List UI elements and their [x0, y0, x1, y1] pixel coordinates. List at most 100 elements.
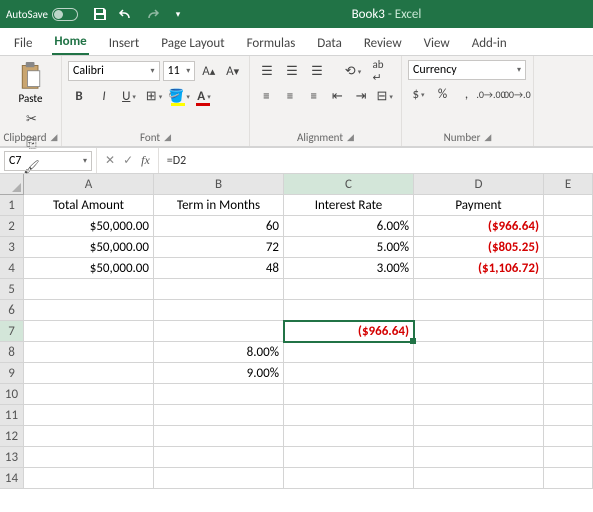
cell[interactable] [154, 384, 284, 405]
align-center-icon[interactable]: ≡ [280, 85, 301, 107]
cell[interactable]: ($1,106.72) [414, 258, 544, 279]
redo-icon[interactable] [144, 6, 160, 22]
col-header[interactable]: E [544, 174, 593, 195]
col-header[interactable]: D [414, 174, 544, 195]
font-size-select[interactable]: 11▾ [163, 61, 196, 81]
cell[interactable] [544, 279, 593, 300]
increase-indent-icon[interactable]: ⇥ [351, 85, 372, 107]
cell[interactable] [284, 447, 414, 468]
cell[interactable]: ($966.64) [414, 216, 544, 237]
align-bottom-icon[interactable]: ☰ [306, 60, 328, 82]
row-header[interactable]: 14 [0, 468, 24, 489]
save-icon[interactable] [92, 6, 108, 22]
cell[interactable] [284, 384, 414, 405]
cell[interactable] [154, 426, 284, 447]
row-header[interactable]: 2 [0, 216, 24, 237]
cell[interactable] [284, 342, 414, 363]
row-header[interactable]: 10 [0, 384, 24, 405]
cell[interactable] [414, 405, 544, 426]
comma-icon[interactable]: , [456, 83, 477, 105]
cell[interactable] [414, 300, 544, 321]
row-header[interactable]: 12 [0, 426, 24, 447]
autosave-toggle[interactable]: AutoSave [6, 8, 78, 21]
cell[interactable] [24, 342, 154, 363]
cell[interactable]: 72 [154, 237, 284, 258]
cell[interactable]: $50,000.00 [24, 258, 154, 279]
select-all-corner[interactable] [0, 174, 24, 195]
cell[interactable] [24, 426, 154, 447]
cell[interactable] [544, 195, 593, 216]
alignment-launcher-icon[interactable]: ◢ [347, 132, 354, 143]
tab-view[interactable]: View [422, 32, 452, 55]
row-header[interactable]: 11 [0, 405, 24, 426]
cell[interactable]: Total Amount [24, 195, 154, 216]
cell[interactable]: 5.00% [284, 237, 414, 258]
cell[interactable] [544, 363, 593, 384]
wrap-text-icon[interactable]: ab↵ [367, 60, 389, 82]
cell[interactable] [24, 363, 154, 384]
orientation-icon[interactable]: ⟲ [342, 60, 364, 82]
tab-file[interactable]: File [12, 32, 34, 55]
cell[interactable]: 8.00% [154, 342, 284, 363]
fx-icon[interactable]: fx [141, 153, 150, 168]
currency-icon[interactable]: $ [408, 83, 429, 105]
align-left-icon[interactable]: ≡ [256, 85, 277, 107]
row-header[interactable]: 13 [0, 447, 24, 468]
cell[interactable] [414, 426, 544, 447]
cell[interactable] [414, 321, 544, 342]
number-launcher-icon[interactable]: ◢ [484, 132, 491, 143]
tab-review[interactable]: Review [362, 32, 404, 55]
cut-icon[interactable]: ✂ [21, 108, 43, 130]
cell[interactable] [154, 405, 284, 426]
name-box[interactable]: C7▾ [4, 151, 92, 171]
cancel-icon[interactable]: ✕ [105, 153, 115, 168]
cell[interactable] [284, 363, 414, 384]
cell[interactable] [24, 321, 154, 342]
cell[interactable] [284, 300, 414, 321]
cell[interactable] [154, 279, 284, 300]
cell[interactable]: $50,000.00 [24, 216, 154, 237]
italic-button[interactable]: I [93, 85, 115, 107]
merge-icon[interactable]: ⊟ [374, 85, 395, 107]
cell[interactable] [284, 426, 414, 447]
border-button[interactable]: ⊞ [143, 85, 165, 107]
percent-icon[interactable]: % [432, 83, 453, 105]
row-header[interactable]: 7 [0, 321, 24, 342]
cell[interactable] [544, 405, 593, 426]
underline-button[interactable]: U [118, 85, 140, 107]
font-color-button[interactable]: A [193, 85, 215, 107]
col-header[interactable]: B [154, 174, 284, 195]
cell[interactable] [544, 258, 593, 279]
cell[interactable] [414, 384, 544, 405]
cell[interactable]: $50,000.00 [24, 237, 154, 258]
col-header[interactable]: C [284, 174, 414, 195]
cell[interactable] [544, 300, 593, 321]
cell[interactable]: 6.00% [284, 216, 414, 237]
clipboard-launcher-icon[interactable]: ◢ [51, 132, 58, 143]
cell[interactable] [544, 426, 593, 447]
row-header[interactable]: 1 [0, 195, 24, 216]
cell-active[interactable]: ($966.64) [284, 321, 414, 342]
cell[interactable] [544, 468, 593, 489]
tab-insert[interactable]: Insert [107, 32, 142, 55]
increase-font-icon[interactable]: A▴ [198, 60, 219, 82]
cell[interactable] [414, 342, 544, 363]
fill-color-button[interactable]: 🪣 [168, 85, 190, 107]
cell[interactable] [544, 321, 593, 342]
cell[interactable]: Payment [414, 195, 544, 216]
tab-data[interactable]: Data [315, 32, 344, 55]
decrease-font-icon[interactable]: A▾ [222, 60, 243, 82]
cell[interactable] [544, 342, 593, 363]
bold-button[interactable]: B [68, 85, 90, 107]
cell[interactable] [154, 321, 284, 342]
cell[interactable] [24, 384, 154, 405]
paste-button[interactable]: Paste [17, 60, 45, 105]
row-header[interactable]: 5 [0, 279, 24, 300]
cell[interactable] [154, 447, 284, 468]
cell[interactable] [154, 468, 284, 489]
row-header[interactable]: 3 [0, 237, 24, 258]
font-launcher-icon[interactable]: ◢ [164, 132, 171, 143]
cell[interactable] [544, 384, 593, 405]
cell[interactable]: 48 [154, 258, 284, 279]
tab-formulas[interactable]: Formulas [245, 32, 298, 55]
